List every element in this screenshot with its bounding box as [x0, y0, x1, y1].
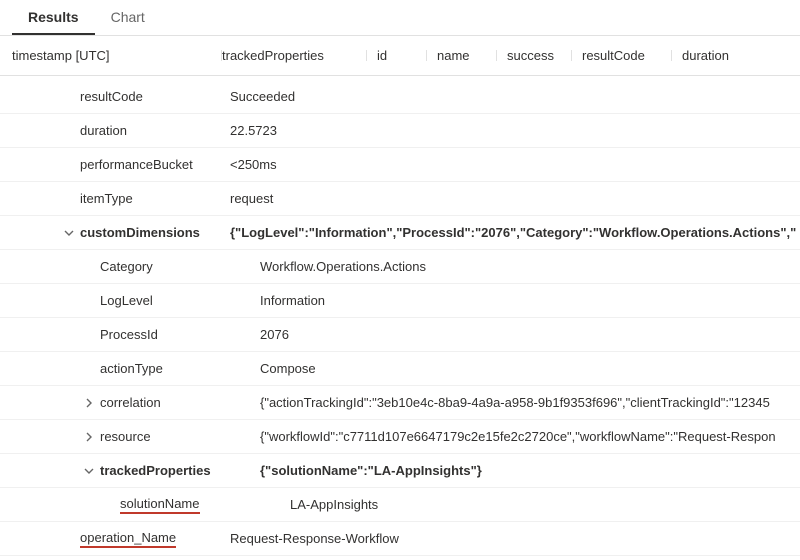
value-operationName: Request-Response-Workflow: [230, 531, 800, 546]
row-resultCode[interactable]: resultCode Succeeded: [0, 80, 800, 114]
value-actionType: Compose: [230, 361, 800, 376]
row-trackedProperties[interactable]: trackedProperties {"solutionName":"LA-Ap…: [0, 454, 800, 488]
value-itemType: request: [230, 191, 800, 206]
tab-results[interactable]: Results: [12, 1, 95, 35]
label-solutionName: solutionName: [120, 496, 200, 514]
value-customDimensions: {"LogLevel":"Information","ProcessId":"2…: [230, 225, 800, 240]
row-logLevel[interactable]: LogLevel Information: [0, 284, 800, 318]
label-processId: ProcessId: [0, 327, 230, 342]
row-solutionName[interactable]: solutionName LA-AppInsights: [0, 488, 800, 522]
value-logLevel: Information: [230, 293, 800, 308]
col-trackedProperties[interactable]: trackedProperties: [222, 48, 367, 63]
label-operationName: operation_Name: [80, 530, 176, 548]
chevron-right-icon[interactable]: [80, 394, 98, 412]
row-performanceBucket[interactable]: performanceBucket <250ms: [0, 148, 800, 182]
label-actionType: actionType: [0, 361, 230, 376]
row-resource[interactable]: resource {"workflowId":"c7711d107e664717…: [0, 420, 800, 454]
label-trackedProperties: trackedProperties: [100, 463, 211, 478]
label-duration: duration: [0, 123, 230, 138]
value-resultCode: Succeeded: [230, 89, 800, 104]
row-correlation[interactable]: correlation {"actionTrackingId":"3eb10e4…: [0, 386, 800, 420]
label-resource: resource: [100, 429, 151, 444]
value-category: Workflow.Operations.Actions: [230, 259, 800, 274]
value-processId: 2076: [230, 327, 800, 342]
row-actionType[interactable]: actionType Compose: [0, 352, 800, 386]
label-correlation-wrap: correlation: [0, 394, 230, 412]
row-customDimensions[interactable]: customDimensions {"LogLevel":"Informatio…: [0, 216, 800, 250]
chevron-down-icon[interactable]: [60, 224, 78, 242]
label-category: Category: [0, 259, 230, 274]
value-trackedProperties: {"solutionName":"LA-AppInsights"}: [230, 463, 800, 478]
col-id[interactable]: id: [367, 48, 427, 63]
row-category[interactable]: Category Workflow.Operations.Actions: [0, 250, 800, 284]
label-customDimensions-wrap: customDimensions: [0, 224, 230, 242]
column-headers: timestamp [UTC] trackedProperties id nam…: [0, 36, 800, 76]
value-duration: 22.5723: [230, 123, 800, 138]
results-grid: resultCode Succeeded duration 22.5723 pe…: [0, 76, 800, 560]
tab-chart[interactable]: Chart: [95, 1, 161, 35]
label-resultCode: resultCode: [0, 89, 230, 104]
label-trackedProperties-wrap: trackedProperties: [0, 462, 230, 480]
row-operationId[interactable]: operation_Id 085852832355740175036944904…: [0, 556, 800, 560]
value-resource: {"workflowId":"c7711d107e6647179c2e15fe2…: [230, 429, 800, 444]
chevron-right-icon[interactable]: [80, 428, 98, 446]
col-name[interactable]: name: [427, 48, 497, 63]
chevron-down-icon[interactable]: [80, 462, 98, 480]
col-resultCode[interactable]: resultCode: [572, 48, 672, 63]
col-success[interactable]: success: [497, 48, 572, 63]
value-correlation: {"actionTrackingId":"3eb10e4c-8ba9-4a9a-…: [230, 395, 800, 410]
tabs-bar: Results Chart: [0, 0, 800, 36]
row-processId[interactable]: ProcessId 2076: [0, 318, 800, 352]
label-customDimensions: customDimensions: [80, 225, 200, 240]
label-correlation: correlation: [100, 395, 161, 410]
row-itemType[interactable]: itemType request: [0, 182, 800, 216]
col-timestamp[interactable]: timestamp [UTC]: [12, 48, 222, 63]
label-operationName-wrap: operation_Name: [0, 530, 230, 548]
col-duration[interactable]: duration: [672, 48, 762, 63]
label-resource-wrap: resource: [0, 428, 230, 446]
label-logLevel: LogLevel: [0, 293, 230, 308]
value-performanceBucket: <250ms: [230, 157, 800, 172]
label-itemType: itemType: [0, 191, 230, 206]
label-performanceBucket: performanceBucket: [0, 157, 230, 172]
value-solutionName: LA-AppInsights: [230, 497, 800, 512]
label-solutionName-wrap: solutionName: [0, 496, 230, 514]
row-duration[interactable]: duration 22.5723: [0, 114, 800, 148]
row-operationName[interactable]: operation_Name Request-Response-Workflow: [0, 522, 800, 556]
